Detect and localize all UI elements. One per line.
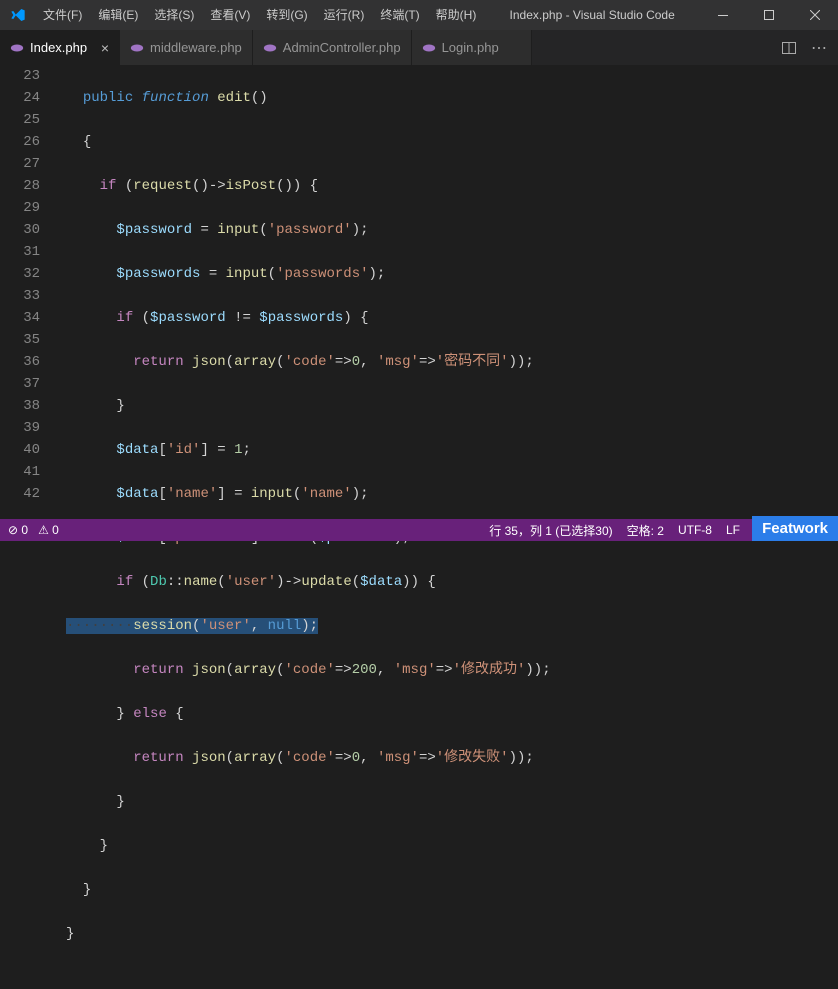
menu-view[interactable]: 查看(V) xyxy=(202,0,258,30)
status-indent[interactable]: 空格: 2 xyxy=(627,522,664,539)
menu-terminal[interactable]: 终端(T) xyxy=(372,0,427,30)
php-icon xyxy=(263,41,277,55)
featwork-badge: Featwork xyxy=(752,516,838,541)
menu-selection[interactable]: 选择(S) xyxy=(146,0,202,30)
menu-go[interactable]: 转到(G) xyxy=(258,0,315,30)
window-controls xyxy=(700,0,838,30)
php-icon xyxy=(422,41,436,55)
tab-label: Login.php xyxy=(442,40,499,55)
line-gutter: 2324252627282930313233343536373839404142 xyxy=(0,65,58,519)
status-errors[interactable]: ⊘ 0 xyxy=(8,523,28,537)
close-icon[interactable]: × xyxy=(101,40,109,56)
tab-label: middleware.php xyxy=(150,40,242,55)
status-encoding[interactable]: UTF-8 xyxy=(678,523,712,537)
code-area[interactable]: public function edit() { if (request()->… xyxy=(58,65,838,519)
vscode-logo-icon xyxy=(0,7,35,23)
php-icon xyxy=(130,41,144,55)
maximize-button[interactable] xyxy=(746,0,792,30)
status-eol[interactable]: LF xyxy=(726,523,740,537)
more-actions-icon[interactable]: ⋯ xyxy=(808,37,830,59)
tab-admincontroller[interactable]: AdminController.php xyxy=(253,30,412,65)
tab-bar: Index.php × middleware.php AdminControll… xyxy=(0,30,838,65)
menu-bar: 文件(F) 编辑(E) 选择(S) 查看(V) 转到(G) 运行(R) 终端(T… xyxy=(35,0,484,30)
menu-help[interactable]: 帮助(H) xyxy=(428,0,485,30)
tab-label: Index.php xyxy=(30,40,87,55)
menu-edit[interactable]: 编辑(E) xyxy=(90,0,146,30)
tab-label: AdminController.php xyxy=(283,40,401,55)
php-icon xyxy=(10,41,24,55)
split-editor-icon[interactable] xyxy=(778,37,800,59)
tab-index[interactable]: Index.php × xyxy=(0,30,120,65)
editor[interactable]: 2324252627282930313233343536373839404142… xyxy=(0,65,838,519)
status-cursor-position[interactable]: 行 35，列 1 (已选择30) xyxy=(489,522,612,539)
titlebar: 文件(F) 编辑(E) 选择(S) 查看(V) 转到(G) 运行(R) 终端(T… xyxy=(0,0,838,30)
status-bar: ⊘ 0 ⚠ 0 行 35，列 1 (已选择30) 空格: 2 UTF-8 LF xyxy=(0,519,838,541)
tab-middleware[interactable]: middleware.php xyxy=(120,30,253,65)
menu-file[interactable]: 文件(F) xyxy=(35,0,90,30)
status-warnings[interactable]: ⚠ 0 xyxy=(38,523,59,537)
close-button[interactable] xyxy=(792,0,838,30)
menu-run[interactable]: 运行(R) xyxy=(316,0,373,30)
minimize-button[interactable] xyxy=(700,0,746,30)
window-title: Index.php - Visual Studio Code xyxy=(484,8,700,22)
tab-login[interactable]: Login.php xyxy=(412,30,532,65)
